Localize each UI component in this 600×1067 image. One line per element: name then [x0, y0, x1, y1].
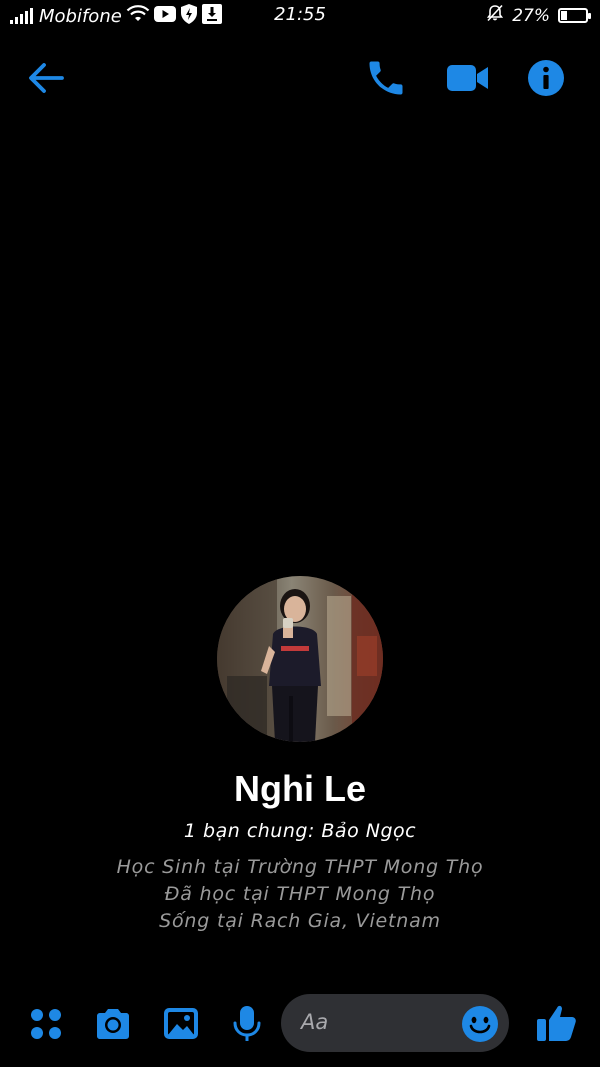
messenger-chat-screen: Mobifone 21:55 27% Nghi Le 1 bạn chung: … [0, 0, 600, 1067]
silent-bell-icon [486, 4, 504, 27]
voice-message-button[interactable] [227, 1004, 267, 1044]
info-icon [528, 60, 564, 96]
message-input[interactable]: Aa [281, 994, 509, 1052]
profile-details: Học Sinh tại Trường THPT Mong Thọ Đã học… [0, 854, 600, 935]
profile-detail-line: Sống tại Rach Gia, Vietnam [159, 910, 441, 932]
info-button[interactable] [524, 56, 568, 100]
phone-icon [369, 61, 403, 95]
like-button[interactable] [535, 1000, 579, 1044]
camera-icon [97, 1009, 129, 1039]
voice-call-button[interactable] [364, 56, 408, 100]
more-dots-icon [31, 1009, 61, 1039]
profile-detail-line: Đã học tại THPT Mong Thọ [164, 883, 436, 905]
avatar-photo [217, 576, 383, 742]
gallery-button[interactable] [161, 1004, 201, 1044]
battery-percent: 27% [512, 5, 550, 26]
message-input-placeholder: Aa [301, 1010, 329, 1034]
back-button[interactable] [24, 56, 68, 100]
battery-fill [561, 11, 567, 20]
battery-icon [558, 8, 591, 23]
profile-avatar[interactable] [217, 576, 383, 742]
emoji-button[interactable] [461, 1005, 499, 1043]
more-actions-button[interactable] [27, 1004, 67, 1044]
thumbs-up-icon [537, 1005, 576, 1041]
conversation-header [0, 50, 600, 104]
back-arrow-icon [29, 63, 64, 93]
video-camera-icon [447, 65, 488, 91]
camera-button[interactable] [93, 1004, 133, 1044]
video-call-button[interactable] [444, 56, 492, 100]
status-right: 27% [486, 4, 591, 27]
status-bar: Mobifone 21:55 27% [0, 0, 600, 32]
emoji-icon [462, 1006, 498, 1042]
gallery-icon [164, 1008, 198, 1039]
profile-detail-line: Học Sinh tại Trường THPT Mong Thọ [116, 856, 484, 878]
microphone-icon [233, 1006, 261, 1041]
message-composer: Aa [0, 990, 600, 1056]
mutual-friends-text: 1 bạn chung: Bảo Ngọc [183, 820, 417, 842]
profile-name: Nghi Le [234, 768, 366, 809]
